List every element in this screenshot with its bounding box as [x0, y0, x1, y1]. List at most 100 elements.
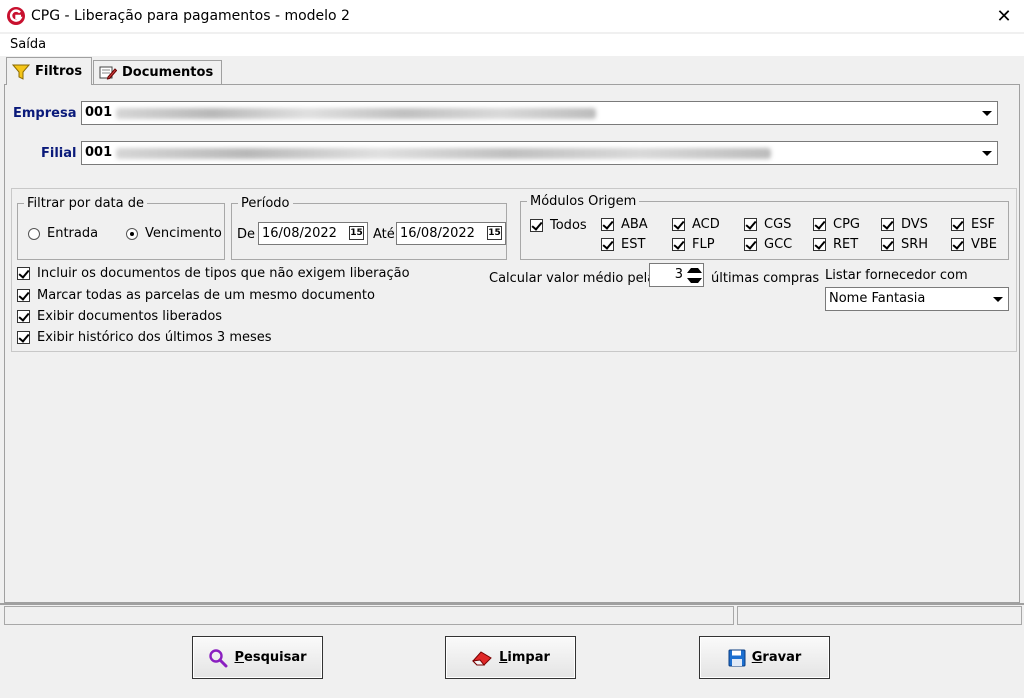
checkbox-label: Exibir histórico dos últimos 3 meses [37, 330, 272, 345]
status-segment [4, 606, 734, 625]
status-segment [737, 606, 1022, 625]
checkbox-box [813, 218, 826, 231]
gravar-label: Gravar [751, 650, 802, 665]
calendar-icon[interactable]: 15 [349, 226, 364, 240]
spin-down-icon[interactable] [687, 275, 702, 285]
modulo-aba-checkbox[interactable]: ABA [601, 217, 648, 232]
radio-entrada[interactable]: Entrada [28, 226, 98, 241]
chevron-down-icon[interactable] [989, 290, 1006, 308]
empresa-value: 001 [85, 105, 113, 120]
option-exibir-historico-checkbox[interactable]: Exibir histórico dos últimos 3 meses [17, 330, 272, 345]
empresa-label: Empresa [13, 106, 77, 121]
de-label: De [237, 227, 256, 242]
checkbox-box [17, 267, 30, 280]
calc-medio-spinner[interactable]: 3 [649, 263, 704, 287]
close-icon: ✕ [996, 5, 1012, 27]
checkbox-label: SRH [901, 237, 929, 252]
tab-documentos[interactable]: Documentos [93, 60, 222, 84]
modulo-cgs-checkbox[interactable]: CGS [744, 217, 791, 232]
checkbox-box [813, 238, 826, 251]
listar-fornecedor-select[interactable]: Nome Fantasia [825, 287, 1009, 311]
modulo-todos-checkbox[interactable]: Todos [530, 218, 587, 233]
checkbox-box [951, 218, 964, 231]
calc-medio-value: 3 [674, 267, 683, 282]
checkbox-box [17, 310, 30, 323]
date-de-input[interactable]: 16/08/2022 15 [258, 222, 368, 245]
modulo-cpg-checkbox[interactable]: CPG [813, 217, 860, 232]
filial-select[interactable]: 001 [81, 141, 998, 165]
listar-fornecedor-value: Nome Fantasia [829, 291, 926, 306]
checkbox-box [601, 238, 614, 251]
checkbox-box [530, 219, 543, 232]
search-icon [208, 648, 228, 668]
checkbox-box [951, 238, 964, 251]
periodo-title: Período [241, 196, 290, 211]
save-icon [728, 649, 746, 667]
app-logo-icon [7, 7, 25, 25]
calendar-icon[interactable]: 15 [487, 226, 502, 240]
modulo-ret-checkbox[interactable]: RET [813, 237, 858, 252]
checkbox-box [601, 218, 614, 231]
radio-label: Vencimento [145, 226, 222, 241]
checkbox-label: ESF [971, 217, 995, 232]
calc-medio-prefix: Calcular valor médio pelas [489, 271, 663, 286]
empresa-select[interactable]: 001 [81, 101, 998, 125]
title-bar: CPG - Liberação para pagamentos - modelo… [0, 0, 1024, 32]
modulo-est-checkbox[interactable]: EST [601, 237, 645, 252]
limpar-button[interactable]: Limpar [445, 636, 576, 679]
checkbox-label: EST [621, 237, 646, 252]
redacted-text [116, 108, 596, 119]
modulos-title: Módulos Origem [530, 194, 637, 209]
checkbox-label: CPG [833, 217, 860, 232]
checkbox-label: GCC [764, 237, 793, 252]
modulo-dvs-checkbox[interactable]: DVS [881, 217, 928, 232]
filtrar-data-title: Filtrar por data de [27, 196, 144, 211]
tab-label: Filtros [35, 64, 83, 79]
spin-up-icon[interactable] [687, 265, 702, 275]
checkbox-box [672, 238, 685, 251]
checkbox-box [672, 218, 685, 231]
modulo-srh-checkbox[interactable]: SRH [881, 237, 928, 252]
tab-filtros[interactable]: Filtros [6, 57, 92, 85]
radio-label: Entrada [47, 226, 99, 241]
checkbox-label: CGS [764, 217, 792, 232]
checkbox-box [881, 238, 894, 251]
modulo-vbe-checkbox[interactable]: VBE [951, 237, 997, 252]
filter-icon [12, 63, 30, 81]
pesquisar-button[interactable]: Pesquisar [192, 636, 323, 679]
chevron-down-icon[interactable] [978, 144, 995, 162]
checkbox-box [17, 289, 30, 302]
checkbox-box [744, 218, 757, 231]
option-incluir-checkbox[interactable]: Incluir os documentos de tipos que não e… [17, 266, 410, 281]
date-de-value: 16/08/2022 [262, 226, 337, 241]
modulo-gcc-checkbox[interactable]: GCC [744, 237, 792, 252]
gravar-button[interactable]: Gravar [699, 636, 830, 679]
checkbox-label: Incluir os documentos de tipos que não e… [37, 266, 410, 281]
checkbox-label: Marcar todas as parcelas de um mesmo doc… [37, 288, 375, 303]
radio-dot [126, 227, 138, 240]
checkbox-label: DVS [901, 217, 928, 232]
checkbox-label: ACD [692, 217, 720, 232]
radio-dot [28, 227, 40, 240]
separator [0, 603, 1024, 605]
modulo-acd-checkbox[interactable]: ACD [672, 217, 720, 232]
checkbox-label: RET [833, 237, 859, 252]
date-ate-input[interactable]: 16/08/2022 15 [396, 222, 506, 245]
checkbox-box [881, 218, 894, 231]
close-button[interactable]: ✕ [984, 0, 1024, 32]
menu-bar: Saída [0, 34, 1024, 56]
checkbox-box [744, 238, 757, 251]
radio-vencimento[interactable]: Vencimento [126, 226, 222, 241]
pesquisar-label: Pesquisar [234, 650, 307, 665]
option-exibir-liberados-checkbox[interactable]: Exibir documentos liberados [17, 309, 222, 324]
option-marcar-checkbox[interactable]: Marcar todas as parcelas de um mesmo doc… [17, 288, 375, 303]
checkbox-label: Todos [550, 218, 587, 233]
modulo-flp-checkbox[interactable]: FLP [672, 237, 715, 252]
checkbox-label: FLP [692, 237, 715, 252]
listar-fornecedor-label: Listar fornecedor com [825, 268, 968, 283]
chevron-down-icon[interactable] [978, 104, 995, 122]
filial-label: Filial [41, 146, 77, 161]
menu-item-saida[interactable]: Saída [10, 37, 46, 52]
modulo-esf-checkbox[interactable]: ESF [951, 217, 995, 232]
eraser-icon [471, 649, 493, 667]
